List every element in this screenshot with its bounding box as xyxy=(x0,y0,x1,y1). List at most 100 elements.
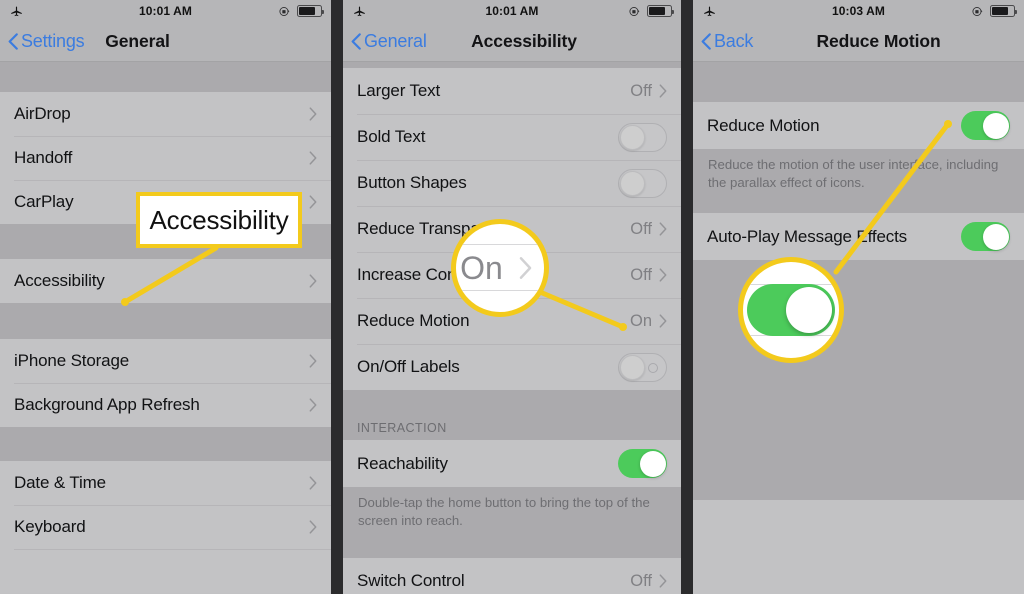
toggle-button-shapes[interactable] xyxy=(618,168,667,198)
back-button-label: Back xyxy=(714,31,754,51)
accessibility-list: Larger Text Off Bold Text Button Shapes xyxy=(343,62,681,594)
row-button-shapes[interactable]: Button Shapes xyxy=(343,160,681,206)
back-button-label: General xyxy=(364,31,427,51)
magnifier-reduce-motion-toggle xyxy=(738,257,844,363)
auto-play-group: Auto-Play Message Effects xyxy=(693,213,1024,261)
row-label: Bold Text xyxy=(357,127,426,146)
row-keyboard[interactable]: Keyboard xyxy=(0,505,331,549)
toggle-reachability[interactable] xyxy=(618,449,667,478)
chevron-right-icon xyxy=(659,84,667,98)
screenshot-stage: 10:01 AM Settings General AirDrop Handof… xyxy=(0,0,1024,594)
row-partial[interactable] xyxy=(0,549,331,593)
toggle-bold-text[interactable] xyxy=(618,122,667,152)
row-bold-text[interactable]: Bold Text xyxy=(343,114,681,160)
magnified-toggle-on[interactable] xyxy=(747,284,835,336)
magnifier-value-text: On xyxy=(460,249,503,286)
back-button-label: Settings xyxy=(21,31,85,51)
row-auto-play-message-effects[interactable]: Auto-Play Message Effects xyxy=(693,213,1024,261)
switch-control-group: Switch Control Off xyxy=(343,558,681,594)
chevron-right-icon xyxy=(309,354,317,368)
row-label: Accessibility xyxy=(14,271,105,290)
chevron-right-icon xyxy=(309,195,317,209)
back-button-settings[interactable]: Settings xyxy=(8,31,85,52)
chevron-right-icon xyxy=(519,257,532,279)
reachability-footnote: Double-tap the home button to bring the … xyxy=(343,487,681,541)
row-label: Reduce Motion xyxy=(357,311,470,330)
back-button-general[interactable]: General xyxy=(351,31,427,52)
row-date-and-time[interactable]: Date & Time xyxy=(0,461,331,505)
settings-group-2: Accessibility xyxy=(0,259,331,303)
chevron-right-icon xyxy=(309,398,317,412)
section-gap xyxy=(693,62,1024,102)
rotation-lock-icon xyxy=(629,6,640,16)
row-label: On/Off Labels xyxy=(357,357,460,376)
row-label: Date & Time xyxy=(14,473,106,492)
chevron-right-icon xyxy=(309,151,317,165)
section-gap xyxy=(343,540,681,559)
settings-group-4: Date & Time Keyboard xyxy=(0,461,331,593)
row-larger-text[interactable]: Larger Text Off xyxy=(343,68,681,114)
section-gap xyxy=(343,390,681,416)
nav-bar: Back Reduce Motion xyxy=(693,22,1024,62)
settings-group-3: iPhone Storage Background App Refresh xyxy=(0,339,331,427)
panel-divider-1 xyxy=(331,0,343,594)
reduce-motion-group: Reduce Motion xyxy=(693,102,1024,149)
row-label: Reachability xyxy=(357,453,448,473)
toggle-on-off-labels[interactable] xyxy=(618,352,667,382)
chevron-right-icon xyxy=(309,107,317,121)
rotation-lock-icon xyxy=(279,6,290,16)
nav-bar: Settings General xyxy=(0,22,331,62)
row-value: On xyxy=(629,311,652,330)
reduce-motion-list: Reduce Motion Reduce the motion of the u… xyxy=(693,62,1024,501)
row-label: Reduce Motion xyxy=(707,115,820,135)
rotation-lock-icon xyxy=(972,6,983,16)
magnifier-reduce-motion-on: On xyxy=(451,219,549,317)
row-label: AirDrop xyxy=(14,104,71,123)
chevron-right-icon xyxy=(659,314,667,328)
row-handoff[interactable]: Handoff xyxy=(0,136,331,180)
row-airdrop[interactable]: AirDrop xyxy=(0,92,331,136)
row-label: Switch Control xyxy=(357,571,465,591)
chevron-right-icon xyxy=(309,520,317,534)
row-value: Off xyxy=(630,571,652,590)
row-label: CarPlay xyxy=(14,192,74,211)
row-label: Background App Refresh xyxy=(14,395,200,414)
chevron-right-icon xyxy=(659,222,667,236)
section-gap xyxy=(0,303,331,339)
row-switch-control[interactable]: Switch Control Off xyxy=(343,558,681,594)
interaction-group: Reachability xyxy=(343,440,681,487)
row-value: Off xyxy=(630,265,652,284)
toggle-auto-play-message-effects[interactable] xyxy=(961,222,1010,252)
row-label: iPhone Storage xyxy=(14,351,130,370)
row-reduce-motion[interactable]: Reduce Motion xyxy=(693,102,1024,149)
row-background-app-refresh[interactable]: Background App Refresh xyxy=(0,383,331,427)
chevron-right-icon xyxy=(309,274,317,288)
battery-icon xyxy=(990,5,1018,17)
callout-box-accessibility: Accessibility xyxy=(136,192,302,248)
settings-list: AirDrop Handoff CarPlay Accessibility iP… xyxy=(0,62,331,593)
row-label: Keyboard xyxy=(14,517,86,536)
section-gap xyxy=(0,62,331,92)
battery-icon xyxy=(647,5,675,17)
row-value: Off xyxy=(630,219,652,238)
chevron-right-icon xyxy=(659,268,667,282)
row-iphone-storage[interactable]: iPhone Storage xyxy=(0,339,331,383)
chevron-right-icon xyxy=(659,574,667,589)
toggle-reduce-motion[interactable] xyxy=(961,111,1010,140)
nav-bar: General Accessibility xyxy=(343,22,681,62)
panel-divider-2 xyxy=(681,0,693,594)
toggle-off-circle-label xyxy=(648,362,658,373)
status-bar: 10:01 AM xyxy=(0,0,331,22)
phone-panel-general: 10:01 AM Settings General AirDrop Handof… xyxy=(0,0,331,594)
row-accessibility[interactable]: Accessibility xyxy=(0,259,331,303)
row-label: Larger Text xyxy=(357,81,441,100)
row-label: Auto-Play Message Effects xyxy=(707,226,908,246)
section-gap xyxy=(693,202,1024,214)
back-button[interactable]: Back xyxy=(701,31,753,52)
chevron-right-icon xyxy=(309,476,317,490)
row-value: Off xyxy=(630,81,652,100)
section-header-interaction: INTERACTION xyxy=(357,421,447,435)
row-on-off-labels[interactable]: On/Off Labels xyxy=(343,344,681,390)
row-reachability[interactable]: Reachability xyxy=(343,440,681,487)
row-label: Button Shapes xyxy=(357,173,467,192)
